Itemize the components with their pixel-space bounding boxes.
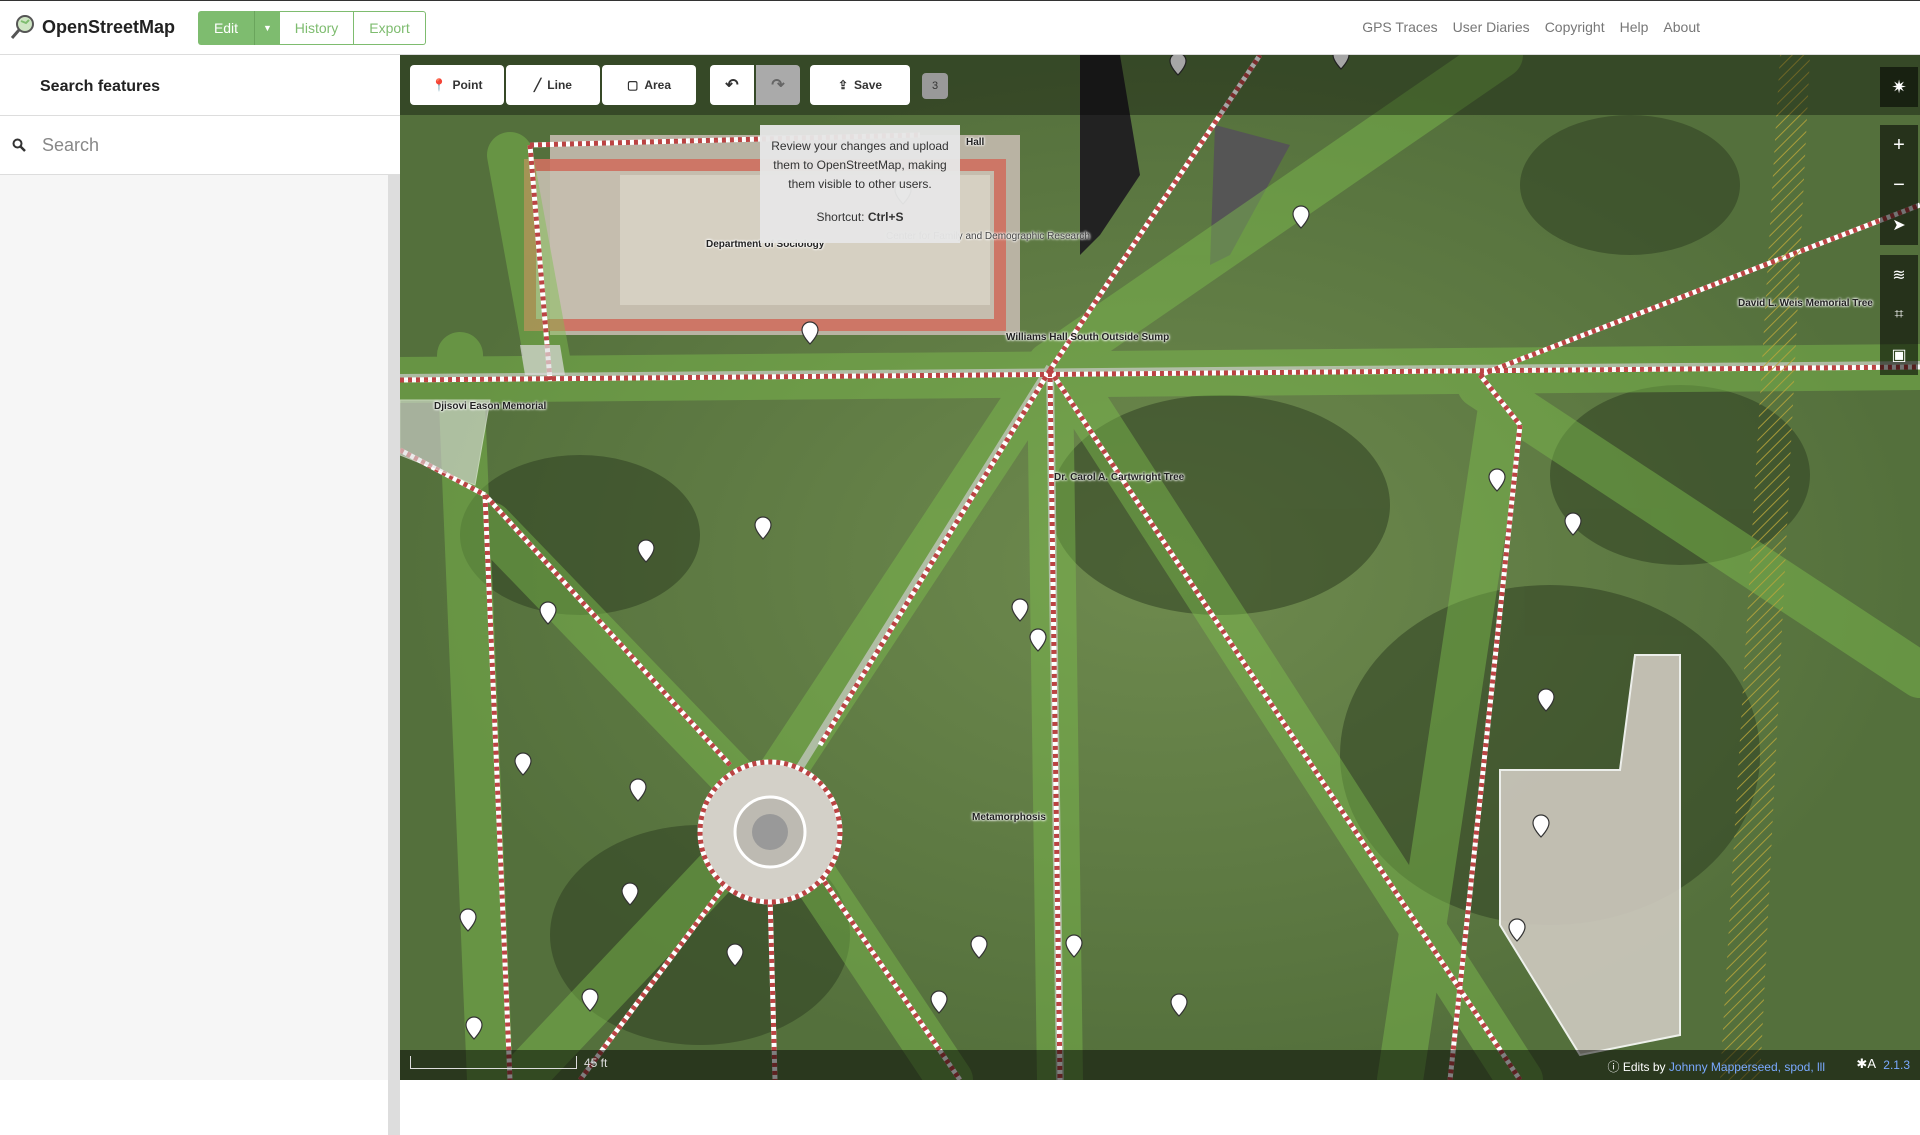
search-icon <box>12 138 26 152</box>
save-tooltip: Review your changes and upload them to O… <box>760 125 960 243</box>
layers-icon: ≋ <box>1892 267 1906 284</box>
preferences-button[interactable]: ▣ <box>1880 335 1918 375</box>
sun-icon: ✷ <box>1891 76 1907 97</box>
shortcut-label: Shortcut: <box>816 210 865 224</box>
map-footer: 45 ft ⓘ Edits by Johnny Mapperseed, spod… <box>400 1050 1920 1080</box>
line-icon: ╱ <box>534 78 542 92</box>
map-data-layers-button[interactable]: ≋ <box>1880 255 1918 295</box>
search-input[interactable] <box>40 133 364 157</box>
nav-link-help[interactable]: Help <box>1620 19 1649 35</box>
minus-icon: − <box>1893 173 1905 196</box>
attribution: ⓘ Edits by Johnny Mapperseed, spod, lll <box>1608 1058 1825 1075</box>
map-label-hall[interactable]: Hall <box>966 137 984 148</box>
info-icon: ⓘ <box>1607 1060 1620 1074</box>
map-canvas[interactable]: Hall Department of Sociology Center for … <box>400 55 1920 1080</box>
add-area-button[interactable]: ▢ Area <box>602 65 696 105</box>
site-logo[interactable]: OpenStreetMap <box>10 14 175 40</box>
geolocate-button[interactable]: ➤ <box>1880 205 1918 245</box>
site-name: OpenStreetMap <box>42 16 176 37</box>
search-bar <box>0 116 400 175</box>
issues-button[interactable]: ⌗ <box>1880 295 1918 335</box>
save-label: Save <box>854 78 883 92</box>
add-line-label: Line <box>547 78 572 92</box>
undo-icon: ↶ <box>725 77 739 94</box>
edits-by-label: Edits by <box>1622 1060 1666 1074</box>
locate-arrow-icon: ➤ <box>1892 217 1906 234</box>
edit-count-badge: 3 <box>922 73 948 99</box>
sidebar: Search features <box>0 55 401 1135</box>
edit-button-group: Edit ▼ History Export <box>198 11 426 45</box>
issues-icon: ⌗ <box>1894 306 1904 323</box>
secondary-nav: GPS Traces User Diaries Copyright Help A… <box>1362 19 1700 35</box>
tooltip-shortcut: Shortcut: Ctrl+S <box>760 208 960 227</box>
caret-down-icon: ▼ <box>263 23 272 33</box>
map-label-metamorphosis[interactable]: Metamorphosis <box>972 812 1046 823</box>
scale-label: 45 ft <box>584 1056 608 1070</box>
redo-button[interactable]: ↷ <box>756 65 800 105</box>
sidebar-title: Search features <box>0 55 400 116</box>
point-icon: 📍 <box>431 78 447 92</box>
map-label-sump[interactable]: Williams Hall South Outside Sump <box>1006 332 1169 343</box>
add-area-label: Area <box>644 78 672 92</box>
nav-link-about[interactable]: About <box>1663 19 1700 35</box>
edits-by-users-link[interactable]: Johnny Mapperseed, spod, lll <box>1669 1060 1825 1074</box>
editor-top-toolbar: 📍 Point ╱ Line ▢ Area ↶ ↷ ⇪ Save 3 <box>400 55 1920 115</box>
tooltip-text: Review your changes and upload them to O… <box>771 139 949 191</box>
history-button[interactable]: History <box>280 11 354 45</box>
shortcut-key: Ctrl+S <box>867 210 904 224</box>
export-button[interactable]: Export <box>354 11 426 45</box>
upload-icon: ⇪ <box>837 78 849 92</box>
add-line-button[interactable]: ╱ Line <box>506 65 600 105</box>
top-navigation-bar: OpenStreetMap Edit ▼ History Export GPS … <box>0 0 1920 55</box>
nav-link-copyright[interactable]: Copyright <box>1545 19 1605 35</box>
bug-report-icon[interactable]: ✱A <box>1856 1056 1876 1072</box>
nav-link-gps-traces[interactable]: GPS Traces <box>1362 19 1437 35</box>
zoom-out-button[interactable]: − <box>1880 165 1918 205</box>
aerial-imagery <box>400 55 1920 1080</box>
panel-icon: ▣ <box>1891 347 1907 364</box>
osm-logo-icon <box>10 15 34 39</box>
scale-bar[interactable] <box>410 1056 577 1069</box>
undo-button[interactable]: ↶ <box>710 65 754 105</box>
redo-icon: ↷ <box>771 77 785 94</box>
area-icon: ▢ <box>626 78 639 92</box>
sidebar-resizer[interactable] <box>388 175 400 1135</box>
edit-dropdown-button[interactable]: ▼ <box>254 11 280 45</box>
map-label-memorial[interactable]: Djisovi Eason Memorial <box>434 401 546 412</box>
add-point-button[interactable]: 📍 Point <box>410 65 504 105</box>
background-imagery-status-button[interactable]: ✷ <box>1880 67 1918 107</box>
plus-icon: + <box>1893 133 1905 156</box>
nav-link-user-diaries[interactable]: User Diaries <box>1453 19 1530 35</box>
save-button[interactable]: ⇪ Save <box>810 65 910 105</box>
edit-button[interactable]: Edit <box>198 11 254 45</box>
map-label-cartwright-tree[interactable]: Dr. Carol A. Cartwright Tree <box>1054 472 1184 483</box>
version-link[interactable]: 2.1.3 <box>1883 1058 1910 1072</box>
zoom-in-button[interactable]: + <box>1880 125 1918 165</box>
map-label-weis-tree[interactable]: David L. Weis Memorial Tree <box>1738 298 1873 309</box>
add-point-label: Point <box>452 78 483 92</box>
